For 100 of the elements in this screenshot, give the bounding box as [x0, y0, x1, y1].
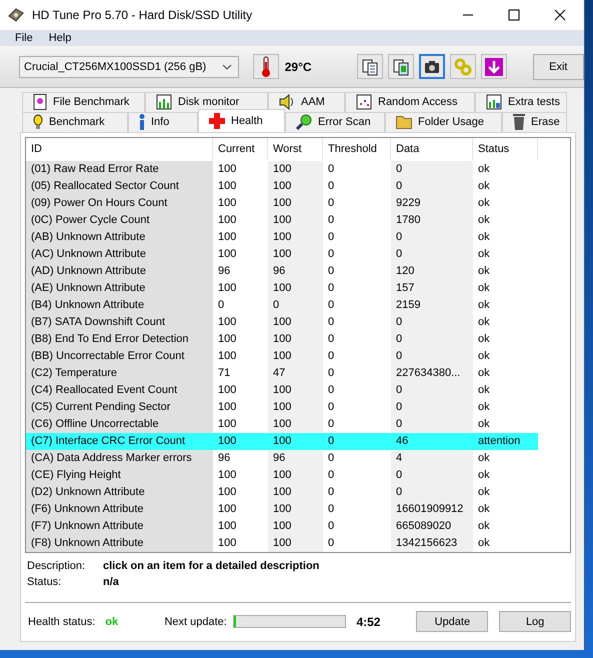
- table-cell: 0: [391, 416, 473, 433]
- table-row[interactable]: (B8) End To End Error Detection 100 100 0 0 ok: [26, 330, 538, 348]
- column-header[interactable]: ID: [26, 138, 213, 160]
- table-cell: 100: [268, 348, 323, 365]
- magnifier-icon: [296, 114, 312, 130]
- table-cell: (09) Power On Hours Count: [26, 194, 213, 212]
- table-cell: (C4) Reallocated Event Count: [26, 382, 213, 399]
- table-cell: 47: [268, 364, 323, 382]
- table-cell: 227634380...: [391, 364, 473, 382]
- table-cell: 100: [268, 160, 323, 178]
- toolbar-button[interactable]: [388, 54, 414, 80]
- folder-icon: [396, 115, 412, 130]
- tab[interactable]: Info: [128, 112, 198, 132]
- lightbulb-icon: [33, 114, 43, 130]
- table-cell: 0: [391, 314, 473, 331]
- health-label: Health status:: [28, 616, 96, 628]
- table-row[interactable]: (C5) Current Pending Sector 100 100 0 0 ok: [26, 398, 538, 416]
- table-row[interactable]: (B7) SATA Downshift Count 100 100 0 0 ok: [26, 314, 538, 331]
- table-cell: 100: [268, 382, 323, 399]
- table-row[interactable]: (09) Power On Hours Count 100 100 0 9229 ok: [26, 194, 538, 212]
- table-cell: 96: [268, 450, 323, 467]
- table-row[interactable]: (AD) Unknown Attribute 96 96 0 120 ok: [26, 262, 538, 280]
- table-row[interactable]: (0C) Power Cycle Count 100 100 0 1780 ok: [26, 212, 538, 229]
- table-cell: 16601909912: [391, 500, 473, 518]
- table-cell: 9229: [391, 194, 473, 212]
- table-cell: 0: [391, 246, 473, 263]
- table-row[interactable]: (CA) Data Address Marker errors 96 96 0 4 ok: [26, 450, 538, 467]
- table-cell: (C5) Current Pending Sector: [26, 398, 213, 416]
- table-row[interactable]: (01) Raw Read Error Rate 100 100 0 0 ok: [26, 160, 538, 178]
- toolbar-button[interactable]: [356, 54, 383, 80]
- table-cell: (B8) End To End Error Detection: [26, 330, 213, 348]
- table-row[interactable]: (F6) Unknown Attribute 100 100 0 16601909912 ok: [26, 500, 538, 518]
- table-row[interactable]: (F7) Unknown Attribute 100 100 0 665089020 ok: [26, 518, 538, 535]
- table-row[interactable]: (C6) Offline Uncorrectable 100 100 0 0 ok: [26, 416, 538, 433]
- tab[interactable]: Erase: [502, 112, 567, 132]
- column-header[interactable]: Status: [473, 138, 538, 160]
- column-header[interactable]: Threshold: [323, 138, 391, 160]
- tab[interactable]: Disk monitor: [145, 92, 268, 112]
- column-header[interactable]: Current: [213, 138, 268, 160]
- document-icon: [33, 94, 47, 110]
- tab[interactable]: AAM: [268, 92, 345, 112]
- tab[interactable]: Health: [198, 108, 285, 132]
- tab[interactable]: Extra tests: [475, 92, 567, 112]
- maximize-icon[interactable]: [508, 8, 520, 21]
- menu-item[interactable]: Help: [48, 32, 72, 44]
- close-icon[interactable]: [554, 8, 566, 21]
- table-cell-text: 0: [327, 434, 336, 449]
- table-cell: 100: [268, 228, 323, 246]
- detail-value: click on an item for a detailed description: [103, 560, 320, 574]
- drive-dropdown[interactable]: Crucial_CT256MX100SSD1 (256 gB): [19, 56, 240, 78]
- table-cell-text: 46: [395, 434, 410, 449]
- toolbar-button[interactable]: [418, 54, 445, 80]
- tab[interactable]: Random Access: [345, 92, 475, 112]
- thermometer-button[interactable]: [253, 54, 279, 80]
- table-cell-text: 100: [217, 434, 238, 449]
- toolbar-button[interactable]: [480, 54, 507, 80]
- tab[interactable]: Error Scan: [285, 112, 385, 132]
- tab[interactable]: File Benchmark: [22, 92, 145, 112]
- table-cell: (CA) Data Address Marker errors: [26, 450, 213, 467]
- table-cell: (05) Reallocated Sector Count: [26, 178, 213, 195]
- table-cell: (BB) Uncorrectable Error Count: [26, 348, 213, 365]
- bar-chart-icon: [486, 94, 502, 110]
- table-cell: 0: [391, 484, 473, 501]
- table-row[interactable]: (AC) Unknown Attribute 100 100 0 0 ok: [26, 246, 538, 263]
- footer-button[interactable]: Update: [416, 611, 488, 632]
- table-cell: 0: [268, 296, 323, 314]
- table-cell: 100: [268, 534, 323, 552]
- menu-item[interactable]: File: [15, 32, 33, 44]
- exit-button[interactable]: Exit: [532, 54, 584, 80]
- cross-icon: [209, 112, 225, 129]
- table-row[interactable]: (AE) Unknown Attribute 100 100 0 157 ok: [26, 280, 538, 297]
- table-row[interactable]: (D2) Unknown Attribute 100 100 0 0 ok: [26, 484, 538, 501]
- table-cell: 100: [268, 466, 323, 484]
- tab[interactable]: Benchmark: [22, 112, 128, 132]
- table-row[interactable]: (05) Reallocated Sector Count 100 100 0 0 ok: [26, 178, 538, 195]
- bar-chart-icon: [156, 94, 172, 110]
- table-cell: 100: [268, 212, 323, 229]
- table-cell: 100: [268, 518, 323, 535]
- table-row[interactable]: (C7) Interface CRC Error Count 100 100 0 46 attention: [26, 432, 538, 450]
- table-cell: 100: [268, 398, 323, 416]
- footer-button[interactable]: Log: [499, 611, 571, 632]
- table-cell: 100: [268, 314, 323, 331]
- table-row[interactable]: (B4) Unknown Attribute 0 0 0 2159 ok: [26, 296, 538, 314]
- table-cell: (C6) Offline Uncorrectable: [26, 416, 213, 433]
- chain-icon: [454, 58, 472, 76]
- column-header[interactable]: Data: [391, 138, 473, 160]
- table-row[interactable]: (C4) Reallocated Event Count 100 100 0 0 ok: [26, 382, 538, 399]
- table-row[interactable]: (F8) Unknown Attribute 100 100 0 1342156623 ok: [26, 534, 538, 552]
- table-cell: 4: [391, 450, 473, 467]
- table-row[interactable]: (AB) Unknown Attribute 100 100 0 0 ok: [26, 228, 538, 246]
- table-row[interactable]: (BB) Uncorrectable Error Count 100 100 0 0 ok: [26, 348, 538, 365]
- health-value: ok: [105, 616, 120, 628]
- table-cell: (AC) Unknown Attribute: [26, 246, 213, 263]
- column-header[interactable]: Worst: [268, 138, 323, 160]
- next-update-label: Next update:: [164, 616, 227, 628]
- table-cell: 1342156623: [391, 534, 473, 552]
- tab[interactable]: Folder Usage: [385, 112, 502, 132]
- table-cell: 0: [391, 178, 473, 195]
- table-row[interactable]: (C2) Temperature 71 47 0 227634380... ok: [26, 364, 538, 382]
- table-row[interactable]: (CE) Flying Height 100 100 0 0 ok: [26, 466, 538, 484]
